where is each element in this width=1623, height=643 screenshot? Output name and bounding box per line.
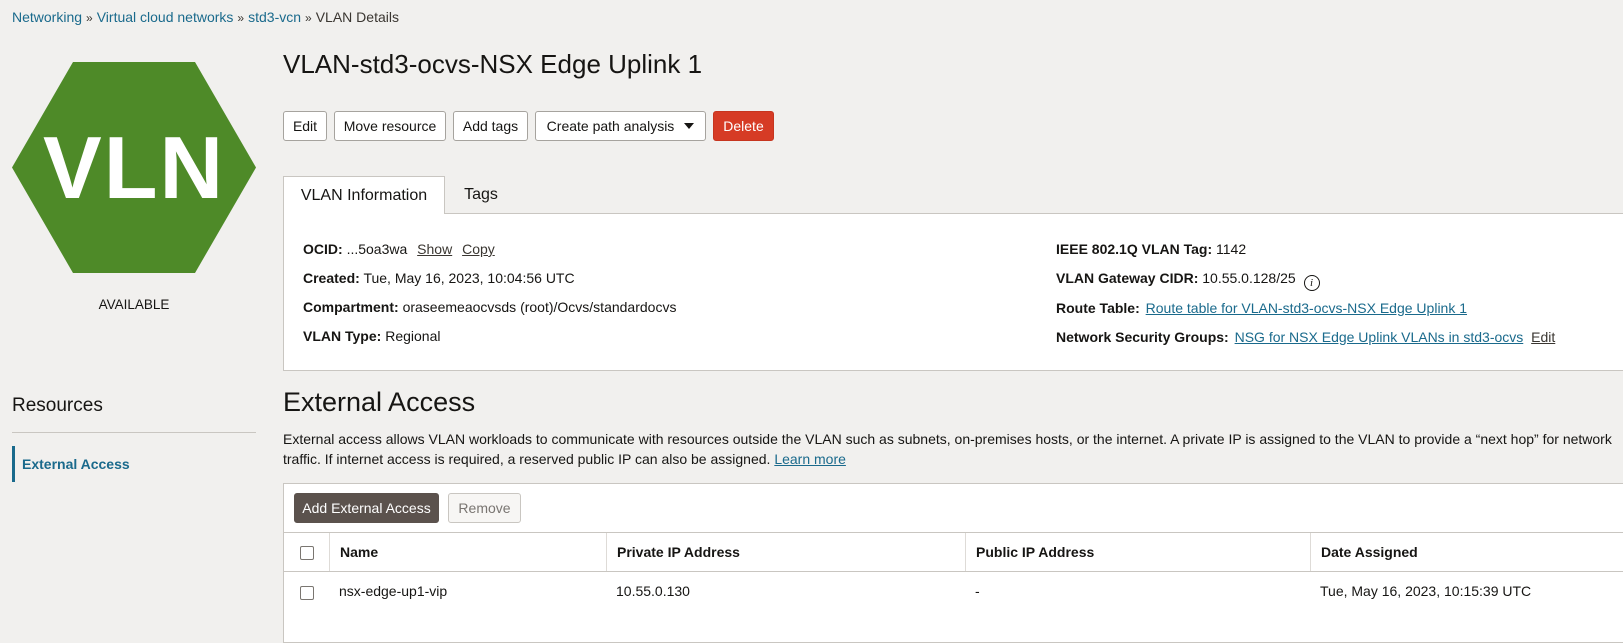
vlan-type-row: VLAN Type: Regional	[303, 328, 440, 344]
column-header-private-ip[interactable]: Private IP Address	[606, 533, 965, 571]
add-tags-button[interactable]: Add tags	[453, 111, 528, 141]
compartment-label: Compartment:	[303, 299, 399, 315]
status-label: AVAILABLE	[98, 297, 170, 312]
create-path-analysis-label: Create path analysis	[546, 118, 675, 134]
ocid-row: OCID: ...5oa3wa Show Copy	[303, 241, 495, 257]
created-label: Created:	[303, 270, 360, 286]
tab-tags[interactable]: Tags	[445, 176, 517, 214]
tab-vlan-information[interactable]: VLAN Information	[283, 176, 445, 214]
vlan-information-panel: OCID: ...5oa3wa Show Copy Created: Tue, …	[283, 213, 1623, 371]
vlan-type-value: Regional	[385, 328, 441, 344]
info-icon[interactable]: i	[1303, 275, 1320, 291]
chevron-down-icon	[684, 123, 695, 129]
external-access-heading: External Access	[283, 387, 476, 417]
page-title: VLAN-std3-ocvs-NSX Edge Uplink 1	[283, 49, 703, 79]
nsg-row: Network Security Groups: NSG for NSX Edg…	[1056, 329, 1555, 345]
breadcrumb: Networking» Virtual cloud networks» std3-v…	[12, 9, 399, 25]
nsg-label: Network Security Groups:	[1056, 329, 1229, 345]
nsg-edit-link[interactable]: Edit	[1531, 329, 1555, 345]
gateway-cidr-label: VLAN Gateway CIDR:	[1056, 270, 1199, 286]
vlan-hexagon-icon: VLN	[12, 62, 256, 273]
remove-button[interactable]: Remove	[448, 493, 521, 523]
breadcrumb-current: VLAN Details	[315, 9, 399, 25]
row-private-ip: 10.55.0.130	[616, 583, 690, 599]
ocid-label: OCID:	[303, 241, 343, 257]
breadcrumb-separator: »	[305, 11, 312, 25]
ocid-value: ...5oa3wa	[346, 241, 408, 257]
resources-item-external-access[interactable]: External Access	[12, 446, 242, 482]
ocid-copy-link[interactable]: Copy	[462, 241, 495, 257]
created-value: Tue, May 16, 2023, 10:04:56 UTC	[363, 270, 575, 286]
breadcrumb-vcns[interactable]: Virtual cloud networks	[97, 9, 234, 25]
route-table-label: Route Table:	[1056, 300, 1140, 316]
vlan-type-label: VLAN Type:	[303, 328, 382, 344]
resources-divider	[12, 432, 256, 433]
row-date-assigned: Tue, May 16, 2023, 10:15:39 UTC	[1320, 583, 1532, 599]
column-header-date-assigned[interactable]: Date Assigned	[1310, 533, 1623, 571]
created-row: Created: Tue, May 16, 2023, 10:04:56 UTC	[303, 270, 575, 286]
external-access-table: Add External Access Remove Name Private …	[283, 483, 1623, 643]
breadcrumb-vcn[interactable]: std3-vcn	[248, 9, 301, 25]
row-name: nsx-edge-up1-vip	[339, 583, 448, 599]
external-access-description-text: External access allows VLAN workloads to…	[283, 431, 1612, 467]
compartment-row: Compartment: oraseemeaocvsds (root)/Ocvs…	[303, 299, 676, 315]
row-checkbox[interactable]	[300, 586, 314, 600]
vlan-hexagon-label: VLN	[43, 117, 225, 217]
ocid-show-link[interactable]: Show	[417, 241, 452, 257]
resources-heading: Resources	[12, 395, 103, 416]
select-all-checkbox[interactable]	[300, 546, 314, 560]
delete-button[interactable]: Delete	[713, 111, 774, 141]
nsg-link[interactable]: NSG for NSX Edge Uplink VLANs in std3-oc…	[1235, 329, 1524, 345]
table-header: Name Private IP Address Public IP Addres…	[284, 532, 1623, 572]
vlan-tag-value: 1142	[1216, 241, 1247, 257]
breadcrumb-separator: »	[86, 11, 93, 25]
learn-more-link[interactable]: Learn more	[774, 451, 846, 467]
column-header-name[interactable]: Name	[329, 533, 606, 571]
column-header-public-ip[interactable]: Public IP Address	[965, 533, 1310, 571]
edit-button[interactable]: Edit	[283, 111, 327, 141]
add-external-access-button[interactable]: Add External Access	[294, 493, 439, 523]
external-access-description: External access allows VLAN workloads to…	[283, 429, 1623, 469]
gateway-cidr-value: 10.55.0.128/25	[1202, 270, 1296, 286]
vlan-tag-row: IEEE 802.1Q VLAN Tag: 1142	[1056, 241, 1246, 257]
move-resource-button[interactable]: Move resource	[334, 111, 446, 141]
breadcrumb-networking[interactable]: Networking	[12, 9, 82, 25]
vlan-tag-label: IEEE 802.1Q VLAN Tag:	[1056, 241, 1213, 257]
create-path-analysis-button[interactable]: Create path analysis	[535, 111, 706, 141]
route-table-row: Route Table: Route table for VLAN-std3-o…	[1056, 300, 1467, 316]
gateway-cidr-row: VLAN Gateway CIDR: 10.55.0.128/25 i	[1056, 270, 1320, 291]
route-table-link[interactable]: Route table for VLAN-std3-ocvs-NSX Edge …	[1146, 300, 1467, 316]
row-public-ip: -	[975, 583, 980, 599]
compartment-value: oraseemeaocvsds (root)/Ocvs/standardocvs	[402, 299, 677, 315]
breadcrumb-separator: »	[237, 11, 245, 25]
